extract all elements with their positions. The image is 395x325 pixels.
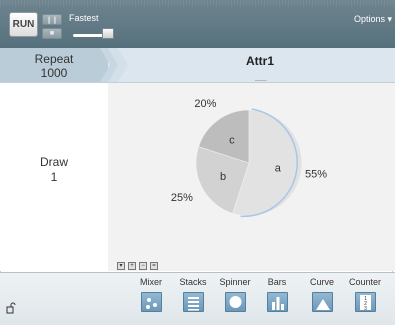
mini-dropdown-button[interactable]: ▾: [117, 262, 125, 270]
tool-bars[interactable]: Bars: [257, 277, 297, 312]
pause-button[interactable]: ❙❙: [42, 14, 62, 25]
spinner-icon: [225, 292, 246, 312]
pie-percent-label-a: 55%: [305, 169, 327, 181]
attribute-name[interactable]: Attr1: [200, 54, 320, 68]
spinner-pie-chart[interactable]: a 55% b 25% c 20%: [108, 83, 395, 271]
tool-stacks-label: Stacks: [179, 277, 207, 287]
repeat-label: Repeat: [34, 52, 74, 66]
tool-counter[interactable]: Counter 1 2 3: [345, 277, 385, 312]
attribute-underline: ___: [255, 74, 267, 81]
tool-mixer[interactable]: Mixer: [131, 277, 171, 312]
sampler-header: Repeat 1000 Attr1 ___: [0, 48, 395, 83]
counter-icon: 1 2 3: [355, 292, 376, 312]
tool-counter-label: Counter: [348, 277, 382, 287]
pie-slice-label-a: a: [275, 163, 282, 175]
tool-mixer-label: Mixer: [140, 277, 162, 287]
tool-spinner[interactable]: Spinner: [215, 277, 255, 312]
pie-slice-label-c: c: [229, 134, 235, 146]
toolbar-texture: [0, 0, 395, 5]
tool-spinner-label: Spinner: [219, 277, 251, 287]
draw-panel: Draw 1: [0, 83, 108, 271]
options-menu[interactable]: Options ▾: [354, 14, 392, 25]
draw-label: Draw: [39, 155, 68, 169]
mixer-icon: [141, 292, 162, 312]
draw-value[interactable]: 1: [0, 170, 108, 184]
step-button[interactable]: ■: [42, 28, 62, 39]
pie-percent-label-b: 25%: [171, 192, 193, 204]
svg-text:3: 3: [364, 306, 367, 312]
mini-add-button[interactable]: +: [128, 262, 136, 270]
tool-stacks[interactable]: Stacks: [173, 277, 213, 312]
stacks-icon: [183, 292, 204, 312]
mini-equal-button[interactable]: =: [150, 262, 158, 270]
pie-percent-label-c: 20%: [194, 98, 216, 110]
tool-curve[interactable]: Curve: [302, 277, 342, 312]
curve-icon: [312, 292, 333, 312]
tool-curve-label: Curve: [309, 277, 334, 287]
run-button[interactable]: RUN: [9, 12, 38, 37]
speed-slider-thumb[interactable]: [102, 28, 114, 39]
device-palette: Mixer Stacks Spinner Bars Curve Counter: [0, 272, 395, 325]
repeat-value[interactable]: 1000: [0, 66, 108, 80]
speed-label: Fastest: [69, 13, 99, 23]
bars-icon: [267, 292, 288, 312]
mini-remove-button[interactable]: −: [139, 262, 147, 270]
pie-slice-label-b: b: [220, 171, 226, 183]
tool-bars-label: Bars: [267, 277, 287, 287]
control-toolbar: RUN ❙❙ ■ Fastest Options ▾: [0, 0, 395, 48]
lock-icon[interactable]: [6, 302, 16, 314]
